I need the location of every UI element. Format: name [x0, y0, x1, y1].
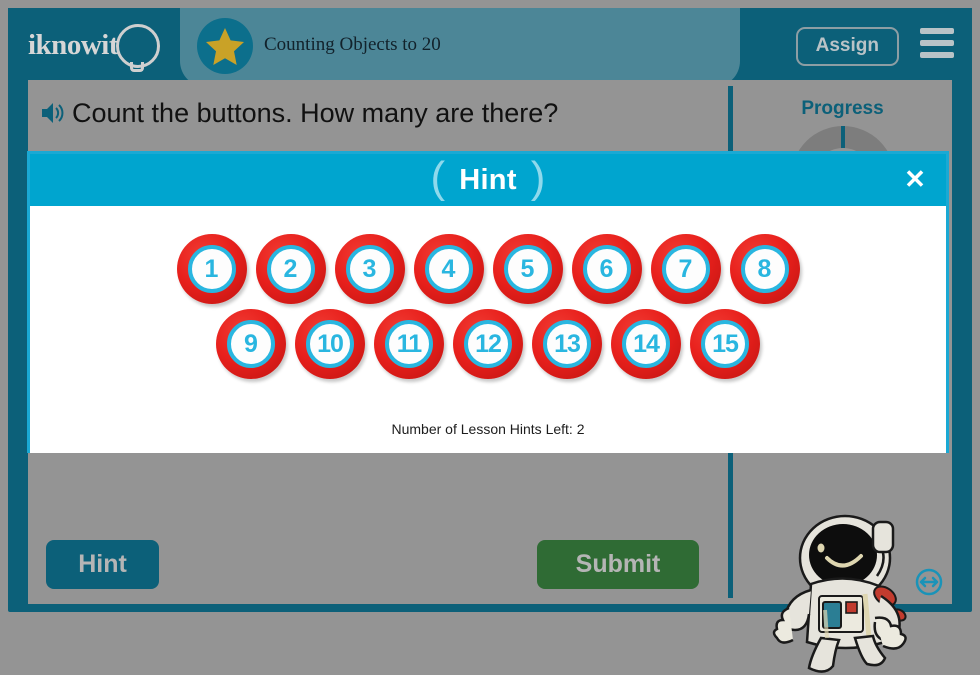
count-button-inner: 10 [306, 320, 354, 368]
hint-count-row: 1 2 3 4 5 6 7 8 [30, 234, 946, 304]
brand-wordmark: iknowit [28, 28, 118, 61]
hint-modal: ( Hint ) ✕ 1 2 3 4 5 6 7 8 9 10 11 12 13 14 15 Number … [27, 151, 949, 453]
hint-modal-header: ( Hint ) ✕ [30, 154, 946, 206]
star-icon [206, 28, 244, 65]
count-button-label: 11 [396, 329, 422, 358]
count-button-label: 13 [554, 329, 581, 358]
count-button[interactable]: 8 [729, 234, 800, 304]
count-button[interactable]: 4 [413, 234, 484, 304]
hint-button[interactable]: Hint [46, 540, 159, 589]
lesson-panel: Counting Objects to 20 [180, 8, 740, 87]
count-button[interactable]: 7 [650, 234, 721, 304]
count-button-label: 7 [678, 254, 693, 283]
count-button[interactable]: 11 [374, 309, 444, 379]
count-button[interactable]: 13 [532, 309, 602, 379]
count-button[interactable]: 3 [334, 234, 405, 304]
count-button-inner: 8 [740, 245, 789, 293]
progress-donut-tick [840, 126, 845, 148]
count-button-inner: 5 [503, 245, 552, 293]
count-button-label: 14 [633, 329, 660, 358]
speaker-icon[interactable] [40, 101, 66, 125]
count-button-inner: 4 [424, 245, 473, 293]
count-button[interactable]: 1 [176, 234, 247, 304]
count-button-inner: 12 [464, 320, 512, 368]
hamburger-bar [920, 52, 954, 58]
assign-button[interactable]: Assign [795, 27, 899, 66]
count-button[interactable]: 6 [571, 234, 642, 304]
brand-logo[interactable]: iknowit [28, 18, 168, 72]
question-text: Count the buttons. How many are there? [72, 97, 559, 128]
hint-modal-body: 1 2 3 4 5 6 7 8 9 10 11 12 13 14 15 Number of Lesson H… [30, 206, 946, 453]
count-button-inner: 11 [385, 320, 433, 368]
count-button-inner: 6 [582, 245, 631, 293]
hint-title-paren-left: ( [430, 153, 446, 202]
count-button[interactable]: 2 [255, 234, 326, 304]
count-button-inner: 2 [266, 245, 315, 293]
count-button-label: 5 [520, 254, 535, 283]
count-button-label: 4 [441, 254, 456, 283]
close-icon[interactable]: ✕ [902, 166, 928, 192]
lesson-star-badge [197, 18, 253, 74]
count-button[interactable]: 15 [690, 309, 760, 379]
count-button-label: 10 [317, 329, 344, 358]
count-button-label: 9 [244, 329, 258, 358]
progress-label: Progress [801, 98, 884, 119]
count-button-inner: 1 [187, 245, 236, 293]
count-button-inner: 7 [661, 245, 710, 293]
count-button-label: 12 [475, 329, 502, 358]
count-button[interactable]: 14 [611, 309, 681, 379]
count-button-inner: 14 [622, 320, 670, 368]
hint-title-paren-right: ) [530, 153, 546, 202]
count-button-inner: 13 [543, 320, 591, 368]
lightbulb-base-icon [130, 62, 144, 72]
hamburger-bar [920, 28, 954, 34]
count-button-inner: 15 [701, 320, 749, 368]
submit-button[interactable]: Submit [537, 540, 699, 589]
resize-handle-icon[interactable] [915, 568, 943, 596]
count-button-label: 6 [599, 254, 614, 283]
count-button[interactable]: 10 [295, 309, 365, 379]
hamburger-bar [920, 40, 954, 46]
app-frame: iknowit Counting Objects to 20 Assign Co… [8, 8, 972, 673]
lesson-title: Counting Objects to 20 [264, 34, 441, 55]
count-button-label: 2 [283, 254, 298, 283]
app-header: iknowit Counting Objects to 20 Assign [8, 8, 972, 87]
hamburger-menu-icon[interactable] [920, 28, 954, 58]
hint-modal-title-wrap: ( Hint ) [30, 154, 946, 206]
count-button-inner: 3 [345, 245, 394, 293]
hint-count-row: 9 10 11 12 13 14 15 [30, 309, 946, 379]
count-button[interactable]: 9 [216, 309, 286, 379]
count-button-label: 1 [204, 254, 219, 283]
count-button[interactable]: 12 [453, 309, 523, 379]
hint-modal-title: Hint [459, 163, 517, 196]
count-button[interactable]: 5 [492, 234, 563, 304]
count-button-inner: 9 [227, 320, 275, 368]
question-bar: Count the buttons. How many are there? [28, 80, 728, 146]
hints-left-text: Number of Lesson Hints Left: 2 [391, 421, 585, 437]
count-button-label: 15 [712, 329, 739, 358]
count-button-label: 3 [362, 254, 377, 283]
hint-count-buttons: 1 2 3 4 5 6 7 8 9 10 11 12 13 14 15 [30, 206, 946, 379]
count-button-label: 8 [757, 254, 772, 283]
